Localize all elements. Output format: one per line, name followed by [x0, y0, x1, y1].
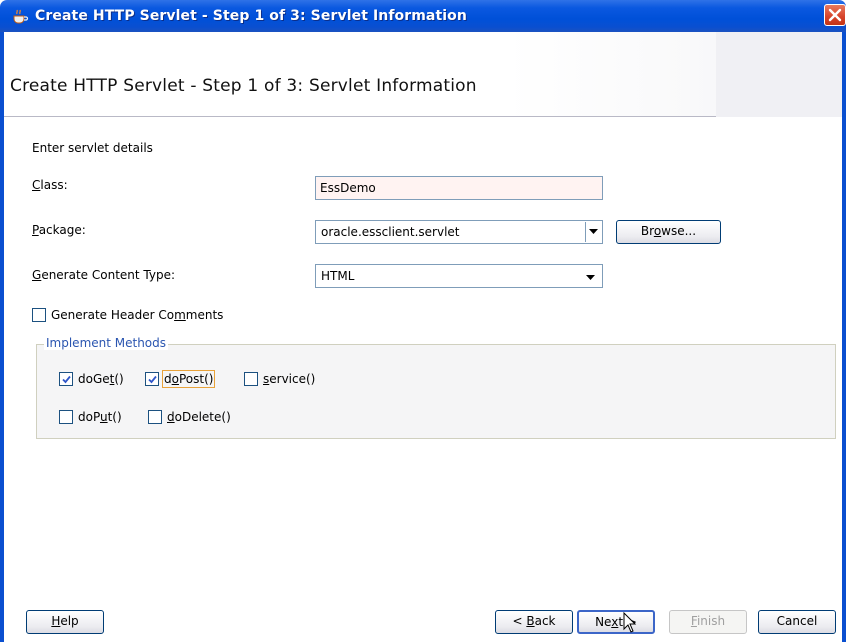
content-type-label-text: enerate Content Type:: [41, 268, 176, 282]
doget-label-post: (): [114, 372, 124, 386]
service-checkbox[interactable]: [244, 372, 258, 386]
back-label-pre: <: [512, 614, 527, 628]
back-button[interactable]: < Back: [495, 610, 573, 634]
header-comments-label: Generate Header Comments: [51, 308, 223, 322]
doget-checkbox[interactable]: [59, 372, 73, 386]
window-frame-right: [842, 32, 846, 642]
help-label-rest: elp: [60, 614, 79, 628]
close-icon: [828, 8, 842, 22]
doget-label: doGet(): [78, 372, 124, 386]
checkmark-icon: [148, 375, 157, 384]
header-comments-label-pre: Generate Header Co: [51, 308, 175, 322]
service-checkbox-row[interactable]: service(): [244, 372, 315, 386]
dopost-checkbox-row[interactable]: doPost(): [145, 370, 216, 388]
finish-label-rest: inish: [696, 614, 726, 628]
dodelete-label-post: oDelete(): [174, 410, 231, 424]
content-type-value: HTML: [321, 269, 355, 283]
dodelete-label: doDelete(): [167, 410, 231, 424]
header-comments-checkbox[interactable]: [32, 308, 46, 322]
browse-label-pre: Br: [640, 224, 654, 238]
class-label: Class:: [32, 178, 68, 192]
doget-label-pre: doGe: [78, 372, 110, 386]
doput-checkbox[interactable]: [59, 410, 73, 424]
intro-text: Enter servlet details: [32, 141, 153, 155]
service-label-post: ervice(): [269, 372, 316, 386]
doput-label-post: t(): [107, 410, 122, 424]
chevron-down-icon: [586, 275, 595, 280]
checkmark-icon: [62, 375, 71, 384]
dopost-label-pre: d: [164, 372, 172, 386]
chevron-down-icon: [589, 229, 598, 234]
doput-mnemonic: u: [99, 410, 108, 424]
doput-checkbox-row[interactable]: doPut(): [59, 410, 122, 424]
header-comments-checkbox-row[interactable]: Generate Header Comments: [32, 308, 223, 322]
dopost-checkbox[interactable]: [145, 372, 159, 386]
doput-label: doPut(): [78, 410, 122, 424]
page-title: Create HTTP Servlet - Step 1 of 3: Servl…: [10, 76, 477, 96]
class-input[interactable]: EssDemo: [315, 176, 603, 200]
dopost-label-post: Post(): [178, 372, 214, 386]
browse-label-post: wse...: [661, 224, 697, 238]
package-dropdown-button[interactable]: [585, 222, 601, 242]
package-label: Package:: [32, 223, 86, 237]
implement-methods-legend: Implement Methods: [44, 336, 169, 350]
cancel-button[interactable]: Cancel: [758, 610, 836, 634]
mouse-pointer-icon: [623, 612, 637, 633]
content-type-label: Generate Content Type:: [32, 268, 175, 282]
doput-label-pre: doP: [78, 410, 100, 424]
banner-graphic: [716, 32, 842, 117]
doget-checkbox-row[interactable]: doGet(): [59, 372, 124, 386]
dialog-body: Create HTTP Servlet - Step 1 of 3: Servl…: [4, 32, 842, 642]
package-label-text: ackage:: [38, 223, 86, 237]
package-label-mnemonic: P: [32, 223, 39, 237]
implement-methods-group: [36, 344, 836, 439]
title-bar[interactable]: Create HTTP Servlet - Step 1 of 3: Servl…: [0, 0, 846, 32]
back-label-post: ack: [534, 614, 556, 628]
next-button[interactable]: Next >: [577, 610, 655, 634]
header-comments-mnemonic: m: [174, 308, 186, 322]
back-mnemonic: B: [526, 614, 535, 628]
dodelete-mnemonic: d: [167, 410, 175, 424]
close-button[interactable]: [824, 4, 846, 26]
next-label-pre: Ne: [595, 615, 612, 629]
dodelete-checkbox[interactable]: [148, 410, 162, 424]
java-cup-icon: [13, 9, 29, 24]
service-label: service(): [263, 372, 315, 386]
package-combo-value: oracle.essclient.servlet: [321, 225, 460, 239]
dodelete-checkbox-row[interactable]: doDelete(): [148, 410, 231, 424]
header-banner: Create HTTP Servlet - Step 1 of 3: Servl…: [4, 32, 842, 117]
class-label-text: lass:: [40, 178, 68, 192]
dopost-mnemonic: o: [171, 372, 179, 386]
package-combo[interactable]: oracle.essclient.servlet: [315, 220, 603, 244]
dopost-label: doPost(): [161, 370, 216, 388]
help-mnemonic: H: [51, 614, 61, 628]
content-type-combo[interactable]: HTML: [315, 264, 603, 288]
finish-button[interactable]: Finish: [669, 610, 747, 634]
content-type-label-mnemonic: G: [32, 268, 42, 282]
header-comments-label-post: ments: [185, 308, 224, 322]
window-title: Create HTTP Servlet - Step 1 of 3: Servl…: [35, 8, 467, 24]
help-button[interactable]: Help: [26, 610, 104, 634]
class-input-value: EssDemo: [320, 181, 376, 195]
browse-button[interactable]: Browse...: [616, 220, 721, 244]
